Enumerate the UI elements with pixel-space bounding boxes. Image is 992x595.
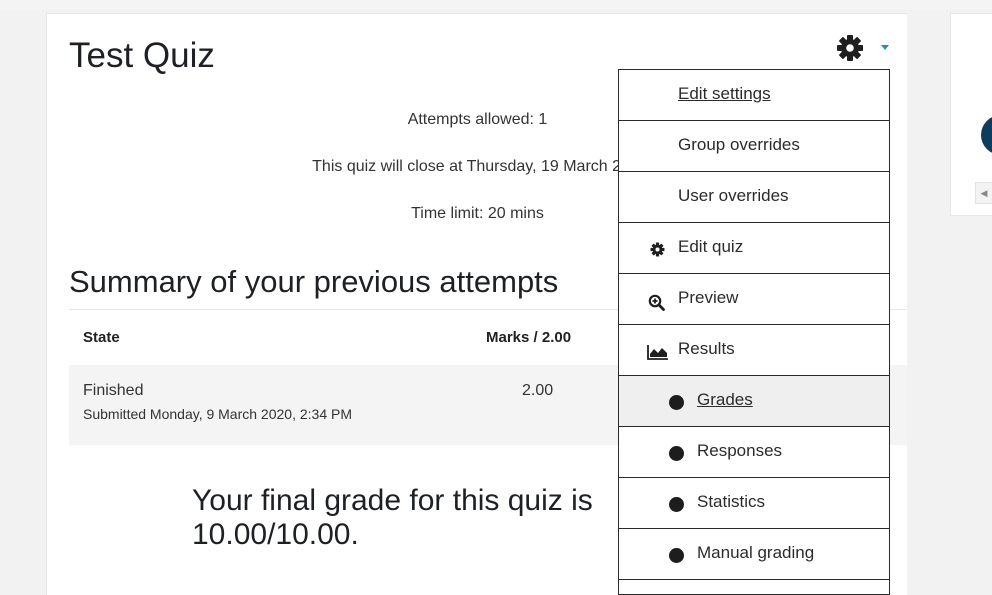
gear-icon	[650, 242, 665, 257]
menu-item-label: Grades	[697, 390, 753, 409]
menu-item-group-overrides[interactable]: Group overrides	[619, 121, 889, 172]
actions-menu-button[interactable]	[836, 33, 892, 63]
page-title: Test Quiz	[69, 36, 215, 75]
top-strip	[0, 0, 992, 10]
side-block: ◀	[950, 13, 992, 216]
menu-item-label: Statistics	[697, 492, 766, 511]
scroll-left-button[interactable]: ◀	[975, 182, 992, 204]
menu-item-edit-settings[interactable]: Edit settings	[619, 70, 889, 121]
attempt-submitted: Submitted Monday, 9 March 2020, 2:34 PM	[83, 406, 352, 422]
menu-item-grades[interactable]: Grades	[619, 376, 889, 427]
magnifier-plus-icon	[648, 294, 665, 311]
menu-item-preview[interactable]: Preview	[619, 274, 889, 325]
menu-item-statistics[interactable]: Statistics	[619, 478, 889, 529]
menu-item-label: User overrides	[678, 186, 789, 205]
chevron-down-icon	[881, 45, 889, 50]
actions-dropdown-menu: Edit settings Group overrides User overr…	[618, 69, 890, 595]
menu-item-user-overrides[interactable]: User overrides	[619, 172, 889, 223]
column-header-state: State	[83, 329, 120, 346]
summary-heading: Summary of your previous attempts	[69, 264, 559, 299]
bullet-icon	[669, 395, 684, 410]
final-grade-text: Your final grade for this quiz is	[192, 484, 593, 517]
menu-item-label: Group overrides	[678, 135, 800, 154]
menu-item-results[interactable]: Results	[619, 325, 889, 376]
avatar	[981, 115, 992, 155]
gear-icon	[837, 35, 863, 61]
final-grade: Your final grade for this quiz is 10.00/…	[192, 484, 593, 552]
menu-item-label: Edit quiz	[678, 237, 744, 256]
menu-item-label: Preview	[678, 288, 739, 307]
menu-item-label: Edit settings	[678, 84, 771, 103]
attempt-state: Finished	[83, 382, 144, 399]
menu-item-responses[interactable]: Responses	[619, 427, 889, 478]
menu-item-label: Manual grading	[697, 543, 815, 562]
bullet-icon	[669, 446, 684, 461]
menu-item-label: Results	[678, 339, 735, 358]
chevron-left-icon: ◀	[980, 188, 988, 198]
menu-item-label: Responses	[697, 441, 783, 460]
bullet-icon	[669, 548, 684, 563]
final-grade-value: 10.00/10.00.	[192, 518, 359, 551]
area-chart-icon	[647, 345, 668, 360]
column-header-marks: Marks / 2.00	[486, 329, 572, 346]
menu-item-edit-quiz[interactable]: Edit quiz	[619, 223, 889, 274]
bullet-icon	[669, 497, 684, 512]
menu-item-manual-grading[interactable]: Manual grading	[619, 529, 889, 580]
attempt-marks: 2.00	[522, 382, 554, 399]
